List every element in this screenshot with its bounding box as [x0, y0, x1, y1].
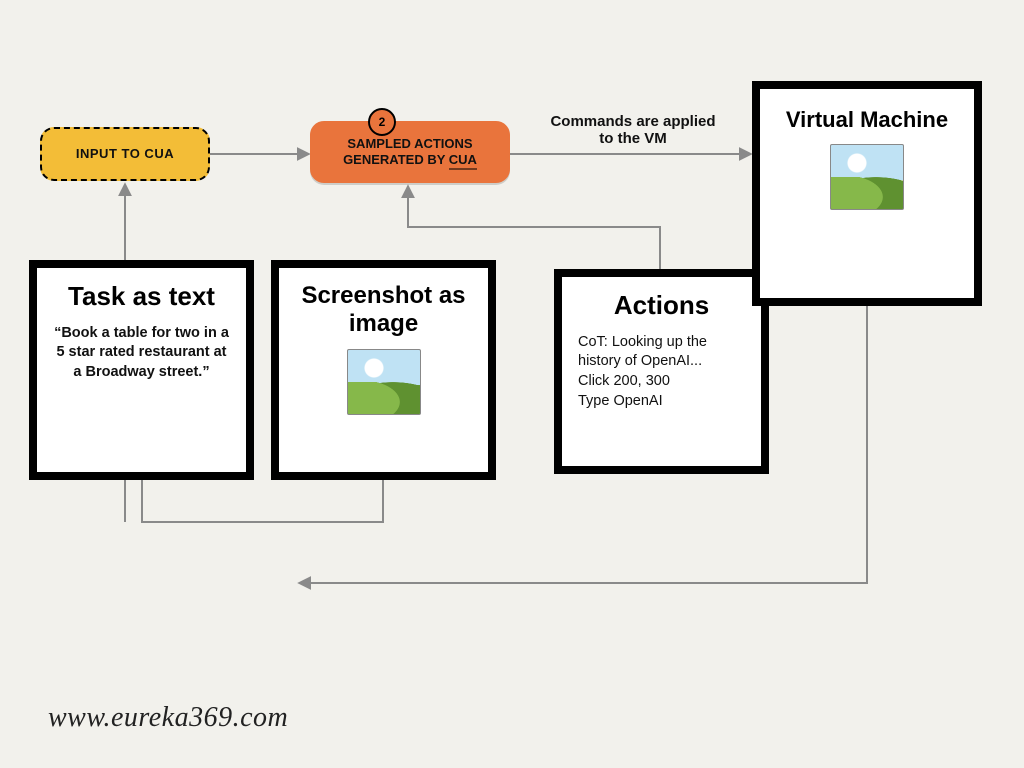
arrow-annotation: Commands are applied to the VM [528, 113, 738, 147]
box-title: Actions [578, 291, 745, 321]
box-screenshot-as-image: Screenshot as image [271, 260, 496, 480]
node-label: SAMPLED ACTIONS GENERATED BY CUA [343, 136, 477, 169]
node-label: INPUT TO CUA [76, 146, 174, 162]
node-sampled-actions: SAMPLED ACTIONS GENERATED BY CUA [310, 121, 510, 183]
node-input-to-cua: INPUT TO CUA [40, 127, 210, 181]
footer-url: www.eureka369.com [48, 702, 288, 734]
diagram-canvas: INPUT TO CUA SAMPLED ACTIONS GENERATED B… [0, 0, 1024, 768]
box-actions: Actions CoT: Looking up the history of O… [554, 269, 769, 474]
box-body: CoT: Looking up the history of OpenAI...… [578, 333, 745, 411]
box-title: Screenshot as image [295, 282, 472, 337]
image-placeholder-icon [830, 144, 904, 210]
box-title: Virtual Machine [776, 107, 958, 132]
box-title: Task as text [53, 282, 230, 312]
box-body: “Book a table for two in a 5 star rated … [53, 324, 230, 383]
box-virtual-machine: Virtual Machine [752, 81, 982, 306]
image-placeholder-icon [347, 349, 421, 415]
step-badge: 2 [368, 108, 396, 136]
box-task-as-text: Task as text “Book a table for two in a … [29, 260, 254, 480]
